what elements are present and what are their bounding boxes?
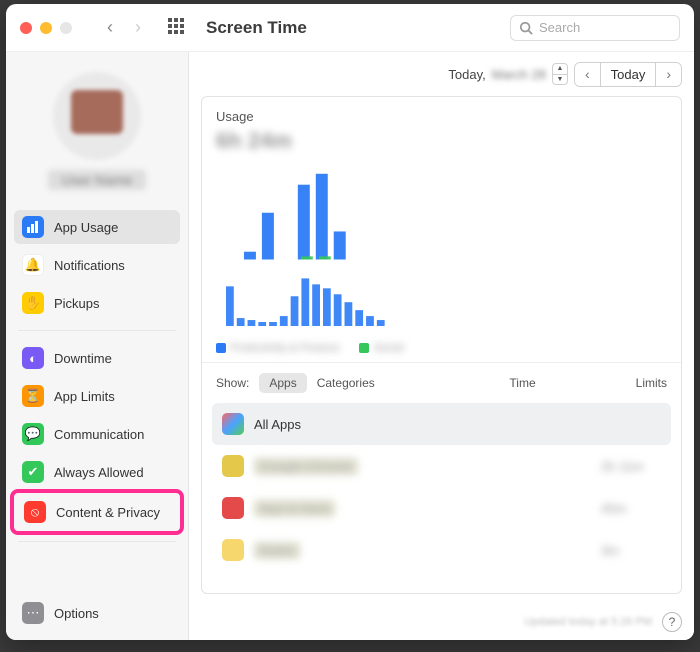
app-icon bbox=[222, 497, 244, 519]
all-apps-icon bbox=[222, 413, 244, 435]
chart-legend: Productivity & Finance Social bbox=[202, 342, 681, 362]
avatar[interactable] bbox=[53, 72, 141, 160]
sidebar-item-label: App Usage bbox=[54, 220, 118, 235]
sidebar-divider bbox=[18, 541, 176, 542]
sidebar-item-notifications[interactable]: 🔔 Notifications bbox=[14, 248, 180, 282]
content-privacy-highlight: ⦸ Content & Privacy bbox=[14, 493, 180, 531]
today-button[interactable]: Today bbox=[601, 63, 656, 86]
app-icon bbox=[222, 539, 244, 561]
sidebar-item-label: Options bbox=[54, 606, 99, 621]
app-time: 2h 11m bbox=[601, 459, 661, 474]
search-field[interactable]: Search bbox=[510, 15, 680, 41]
show-tabs: Show: Apps Categories Time Limits bbox=[202, 362, 681, 403]
bubble-icon: 💬 bbox=[22, 423, 44, 445]
chart-bar-icon bbox=[22, 216, 44, 238]
sidebar-item-downtime[interactable]: ◐ Downtime bbox=[14, 341, 180, 375]
next-day-button[interactable]: › bbox=[655, 63, 681, 86]
legend-item: Social bbox=[359, 342, 403, 354]
preferences-window: ‹ › Screen Time Search User Name App Usa… bbox=[6, 4, 694, 640]
usage-total: 6h 24m bbox=[202, 128, 681, 162]
legend-item: Productivity & Finance bbox=[216, 342, 339, 354]
prev-day-button[interactable]: ‹ bbox=[575, 63, 601, 86]
usage-heading: Usage bbox=[202, 97, 681, 128]
sidebar-item-label: Pickups bbox=[54, 296, 100, 311]
sidebar-item-label: Content & Privacy bbox=[56, 505, 160, 520]
show-label: Show: bbox=[216, 376, 249, 390]
sidebar-item-label: Downtime bbox=[54, 351, 112, 366]
app-time: 3m bbox=[601, 543, 661, 558]
page-title: Screen Time bbox=[206, 18, 307, 38]
app-name: All Apps bbox=[254, 417, 301, 432]
search-placeholder: Search bbox=[539, 20, 580, 35]
hand-icon: ✋ bbox=[22, 292, 44, 314]
sidebar-item-options[interactable]: ⋯ Options bbox=[14, 596, 180, 630]
date-stepper[interactable]: ▲ ▼ bbox=[552, 63, 568, 85]
titlebar: ‹ › Screen Time Search bbox=[6, 4, 694, 52]
usage-chart bbox=[216, 166, 667, 336]
help-button[interactable]: ? bbox=[662, 612, 682, 632]
app-name: Google Chrome bbox=[254, 459, 358, 474]
no-entry-icon: ⦸ bbox=[24, 501, 46, 523]
apps-list: All Apps Google Chrome 2h 11m App In Her… bbox=[202, 403, 681, 593]
close-window-button[interactable] bbox=[20, 22, 32, 34]
sidebar-item-content-privacy[interactable]: ⦸ Content & Privacy bbox=[16, 495, 178, 529]
nav-buttons: ‹ › bbox=[98, 16, 150, 40]
col-time: Time bbox=[509, 376, 535, 390]
col-limits: Limits bbox=[636, 376, 667, 390]
back-button[interactable]: ‹ bbox=[98, 16, 122, 40]
sidebar-item-label: Notifications bbox=[54, 258, 125, 273]
tab-apps[interactable]: Apps bbox=[259, 373, 306, 393]
app-row[interactable]: Notes 3m bbox=[212, 529, 671, 571]
date-segment: ‹ Today › bbox=[574, 62, 682, 87]
tab-categories[interactable]: Categories bbox=[317, 376, 375, 390]
app-row-all[interactable]: All Apps bbox=[212, 403, 671, 445]
content-pane: Today, March 28 ▲ ▼ ‹ Today › Usage 6h 2… bbox=[189, 52, 694, 640]
sidebar-item-app-limits[interactable]: ⏳ App Limits bbox=[14, 379, 180, 413]
sidebar-item-label: Communication bbox=[54, 427, 144, 442]
moon-icon: ◐ bbox=[22, 347, 44, 369]
footer: Updated today at 5:26 PM ? bbox=[189, 604, 694, 640]
date-bar: Today, March 28 ▲ ▼ ‹ Today › bbox=[189, 52, 694, 96]
app-name: Notes bbox=[254, 543, 300, 558]
zoom-window-button[interactable] bbox=[60, 22, 72, 34]
sidebar-item-label: App Limits bbox=[54, 389, 115, 404]
search-icon bbox=[519, 21, 533, 35]
last-updated: Updated today at 5:26 PM bbox=[524, 616, 652, 628]
usage-panel: Usage 6h 24m Productivity & Finance Soci… bbox=[201, 96, 682, 594]
sidebar-item-communication[interactable]: 💬 Communication bbox=[14, 417, 180, 451]
app-time: 45m bbox=[601, 501, 661, 516]
profile-block: User Name bbox=[14, 62, 180, 206]
sidebar-divider bbox=[18, 330, 176, 331]
app-name: App In Here bbox=[254, 501, 335, 516]
sidebar-item-app-usage[interactable]: App Usage bbox=[14, 210, 180, 244]
app-row[interactable]: Google Chrome 2h 11m bbox=[212, 445, 671, 487]
bell-icon: 🔔 bbox=[22, 254, 44, 276]
sidebar: User Name App Usage 🔔 Notifications ✋ Pi… bbox=[6, 52, 189, 640]
all-prefs-grid-icon[interactable] bbox=[168, 18, 188, 38]
ellipsis-icon: ⋯ bbox=[22, 602, 44, 624]
sidebar-item-pickups[interactable]: ✋ Pickups bbox=[14, 286, 180, 320]
chevron-down-icon: ▼ bbox=[553, 75, 567, 85]
app-icon bbox=[222, 455, 244, 477]
minimize-window-button[interactable] bbox=[40, 22, 52, 34]
date-hidden: March 28 bbox=[492, 67, 546, 82]
chevron-up-icon: ▲ bbox=[553, 64, 567, 75]
sidebar-item-always-allowed[interactable]: ✔ Always Allowed bbox=[14, 455, 180, 489]
body: User Name App Usage 🔔 Notifications ✋ Pi… bbox=[6, 52, 694, 640]
profile-name: User Name bbox=[48, 170, 147, 190]
window-controls bbox=[20, 22, 72, 34]
forward-button[interactable]: › bbox=[126, 16, 150, 40]
sidebar-item-label: Always Allowed bbox=[54, 465, 144, 480]
date-prefix: Today, bbox=[448, 67, 485, 82]
check-shield-icon: ✔ bbox=[22, 461, 44, 483]
app-row[interactable]: App In Here 45m bbox=[212, 487, 671, 529]
hourglass-icon: ⏳ bbox=[22, 385, 44, 407]
